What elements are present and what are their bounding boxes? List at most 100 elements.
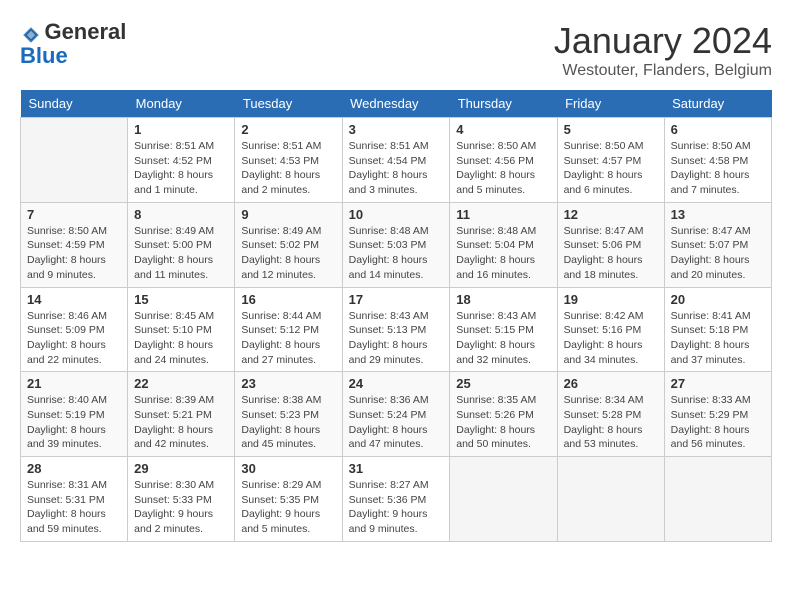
calendar-cell: 15 Sunrise: 8:45 AMSunset: 5:10 PMDayligh…: [128, 287, 235, 372]
day-detail: Sunrise: 8:51 AMSunset: 4:54 PMDaylight:…: [349, 139, 444, 198]
day-detail: Sunrise: 8:27 AMSunset: 5:36 PMDaylight:…: [349, 478, 444, 537]
calendar-cell: 22 Sunrise: 8:39 AMSunset: 5:21 PMDayligh…: [128, 372, 235, 457]
day-number: 22: [134, 376, 228, 391]
calendar-cell: [450, 457, 557, 542]
calendar-cell: 1 Sunrise: 8:51 AMSunset: 4:52 PMDaylight…: [128, 118, 235, 203]
day-number: 10: [349, 207, 444, 222]
day-number: 31: [349, 461, 444, 476]
day-detail: Sunrise: 8:31 AMSunset: 5:31 PMDaylight:…: [27, 478, 121, 537]
day-detail: Sunrise: 8:49 AMSunset: 5:00 PMDaylight:…: [134, 224, 228, 283]
calendar-cell: 10 Sunrise: 8:48 AMSunset: 5:03 PMDayligh…: [342, 202, 450, 287]
day-number: 9: [241, 207, 335, 222]
day-number: 1: [134, 122, 228, 137]
calendar-cell: 6 Sunrise: 8:50 AMSunset: 4:58 PMDaylight…: [664, 118, 771, 203]
calendar-cell: [664, 457, 771, 542]
weekday-header-sunday: Sunday: [21, 90, 128, 118]
weekday-header-row: SundayMondayTuesdayWednesdayThursdayFrid…: [21, 90, 772, 118]
title-block: January 2024 Westouter, Flanders, Belgiu…: [554, 20, 772, 80]
calendar-week-row-5: 28 Sunrise: 8:31 AMSunset: 5:31 PMDayligh…: [21, 457, 772, 542]
day-number: 26: [564, 376, 658, 391]
day-detail: Sunrise: 8:39 AMSunset: 5:21 PMDaylight:…: [134, 393, 228, 452]
calendar-week-row-4: 21 Sunrise: 8:40 AMSunset: 5:19 PMDayligh…: [21, 372, 772, 457]
location-subtitle: Westouter, Flanders, Belgium: [554, 62, 772, 80]
calendar-cell: 13Sunrise: 8:47 AMSunset: 5:07 PMDayligh…: [664, 202, 771, 287]
calendar-week-row-3: 14 Sunrise: 8:46 AMSunset: 5:09 PMDayligh…: [21, 287, 772, 372]
day-detail: Sunrise: 8:33 AMSunset: 5:29 PMDaylight:…: [671, 393, 765, 452]
day-detail: Sunrise: 8:30 AMSunset: 5:33 PMDaylight:…: [134, 478, 228, 537]
calendar-cell: [21, 118, 128, 203]
logo-blue-text: Blue: [20, 43, 68, 68]
calendar-cell: 28 Sunrise: 8:31 AMSunset: 5:31 PMDayligh…: [21, 457, 128, 542]
day-detail: Sunrise: 8:43 AMSunset: 5:13 PMDaylight:…: [349, 309, 444, 368]
day-number: 2: [241, 122, 335, 137]
calendar-cell: 27 Sunrise: 8:33 AMSunset: 5:29 PMDayligh…: [664, 372, 771, 457]
day-detail: Sunrise: 8:51 AMSunset: 4:53 PMDaylight:…: [241, 139, 335, 198]
day-detail: Sunrise: 8:48 AMSunset: 5:03 PMDaylight:…: [349, 224, 444, 283]
day-detail: Sunrise: 8:35 AMSunset: 5:26 PMDaylight:…: [456, 393, 550, 452]
day-number: 29: [134, 461, 228, 476]
day-number: 16: [241, 292, 335, 307]
calendar-cell: 25 Sunrise: 8:35 AMSunset: 5:26 PMDayligh…: [450, 372, 557, 457]
calendar-cell: 21 Sunrise: 8:40 AMSunset: 5:19 PMDayligh…: [21, 372, 128, 457]
logo: General Blue: [20, 20, 126, 68]
weekday-header-wednesday: Wednesday: [342, 90, 450, 118]
calendar-cell: 12 Sunrise: 8:47 AMSunset: 5:06 PMDayligh…: [557, 202, 664, 287]
calendar-cell: [557, 457, 664, 542]
day-detail: Sunrise: 8:45 AMSunset: 5:10 PMDaylight:…: [134, 309, 228, 368]
calendar-cell: 7Sunrise: 8:50 AMSunset: 4:59 PMDaylight…: [21, 202, 128, 287]
day-number: 6: [671, 122, 765, 137]
day-detail: Sunrise: 8:47 AMSunset: 5:06 PMDaylight:…: [564, 224, 658, 283]
calendar-cell: 29 Sunrise: 8:30 AMSunset: 5:33 PMDayligh…: [128, 457, 235, 542]
calendar-cell: 16 Sunrise: 8:44 AMSunset: 5:12 PMDayligh…: [235, 287, 342, 372]
day-number: 28: [27, 461, 121, 476]
day-number: 4: [456, 122, 550, 137]
day-number: 27: [671, 376, 765, 391]
day-number: 8: [134, 207, 228, 222]
calendar-cell: 24Sunrise: 8:36 AMSunset: 5:24 PMDayligh…: [342, 372, 450, 457]
logo-general-text: General: [44, 19, 126, 44]
day-number: 21: [27, 376, 121, 391]
day-number: 14: [27, 292, 121, 307]
day-detail: Sunrise: 8:51 AMSunset: 4:52 PMDaylight:…: [134, 139, 228, 198]
day-number: 25: [456, 376, 550, 391]
day-detail: Sunrise: 8:50 AMSunset: 4:59 PMDaylight:…: [27, 224, 121, 283]
calendar-cell: 20 Sunrise: 8:41 AMSunset: 5:18 PMDayligh…: [664, 287, 771, 372]
day-detail: Sunrise: 8:38 AMSunset: 5:23 PMDaylight:…: [241, 393, 335, 452]
page-header: General Blue January 2024 Westouter, Fla…: [20, 20, 772, 80]
weekday-header-thursday: Thursday: [450, 90, 557, 118]
day-number: 20: [671, 292, 765, 307]
day-number: 18: [456, 292, 550, 307]
day-detail: Sunrise: 8:42 AMSunset: 5:16 PMDaylight:…: [564, 309, 658, 368]
day-number: 5: [564, 122, 658, 137]
day-number: 11: [456, 207, 550, 222]
day-detail: Sunrise: 8:49 AMSunset: 5:02 PMDaylight:…: [241, 224, 335, 283]
calendar-cell: 2 Sunrise: 8:51 AMSunset: 4:53 PMDaylight…: [235, 118, 342, 203]
calendar-cell: 3 Sunrise: 8:51 AMSunset: 4:54 PMDaylight…: [342, 118, 450, 203]
calendar-cell: 14 Sunrise: 8:46 AMSunset: 5:09 PMDayligh…: [21, 287, 128, 372]
day-number: 19: [564, 292, 658, 307]
day-number: 17: [349, 292, 444, 307]
day-number: 12: [564, 207, 658, 222]
calendar-table: SundayMondayTuesdayWednesdayThursdayFrid…: [20, 90, 772, 542]
day-number: 3: [349, 122, 444, 137]
day-number: 15: [134, 292, 228, 307]
calendar-cell: 23Sunrise: 8:38 AMSunset: 5:23 PMDayligh…: [235, 372, 342, 457]
calendar-cell: 26Sunrise: 8:34 AMSunset: 5:28 PMDayligh…: [557, 372, 664, 457]
calendar-week-row-1: 1 Sunrise: 8:51 AMSunset: 4:52 PMDaylight…: [21, 118, 772, 203]
weekday-header-friday: Friday: [557, 90, 664, 118]
day-detail: Sunrise: 8:50 AMSunset: 4:58 PMDaylight:…: [671, 139, 765, 198]
day-detail: Sunrise: 8:40 AMSunset: 5:19 PMDaylight:…: [27, 393, 121, 452]
day-number: 30: [241, 461, 335, 476]
day-number: 24: [349, 376, 444, 391]
day-detail: Sunrise: 8:41 AMSunset: 5:18 PMDaylight:…: [671, 309, 765, 368]
day-detail: Sunrise: 8:46 AMSunset: 5:09 PMDaylight:…: [27, 309, 121, 368]
calendar-cell: 4 Sunrise: 8:50 AMSunset: 4:56 PMDaylight…: [450, 118, 557, 203]
day-detail: Sunrise: 8:50 AMSunset: 4:56 PMDaylight:…: [456, 139, 550, 198]
calendar-cell: 18Sunrise: 8:43 AMSunset: 5:15 PMDayligh…: [450, 287, 557, 372]
calendar-week-row-2: 7Sunrise: 8:50 AMSunset: 4:59 PMDaylight…: [21, 202, 772, 287]
calendar-cell: 30Sunrise: 8:29 AMSunset: 5:35 PMDayligh…: [235, 457, 342, 542]
weekday-header-tuesday: Tuesday: [235, 90, 342, 118]
month-year-title: January 2024: [554, 20, 772, 62]
day-detail: Sunrise: 8:44 AMSunset: 5:12 PMDaylight:…: [241, 309, 335, 368]
day-number: 13: [671, 207, 765, 222]
